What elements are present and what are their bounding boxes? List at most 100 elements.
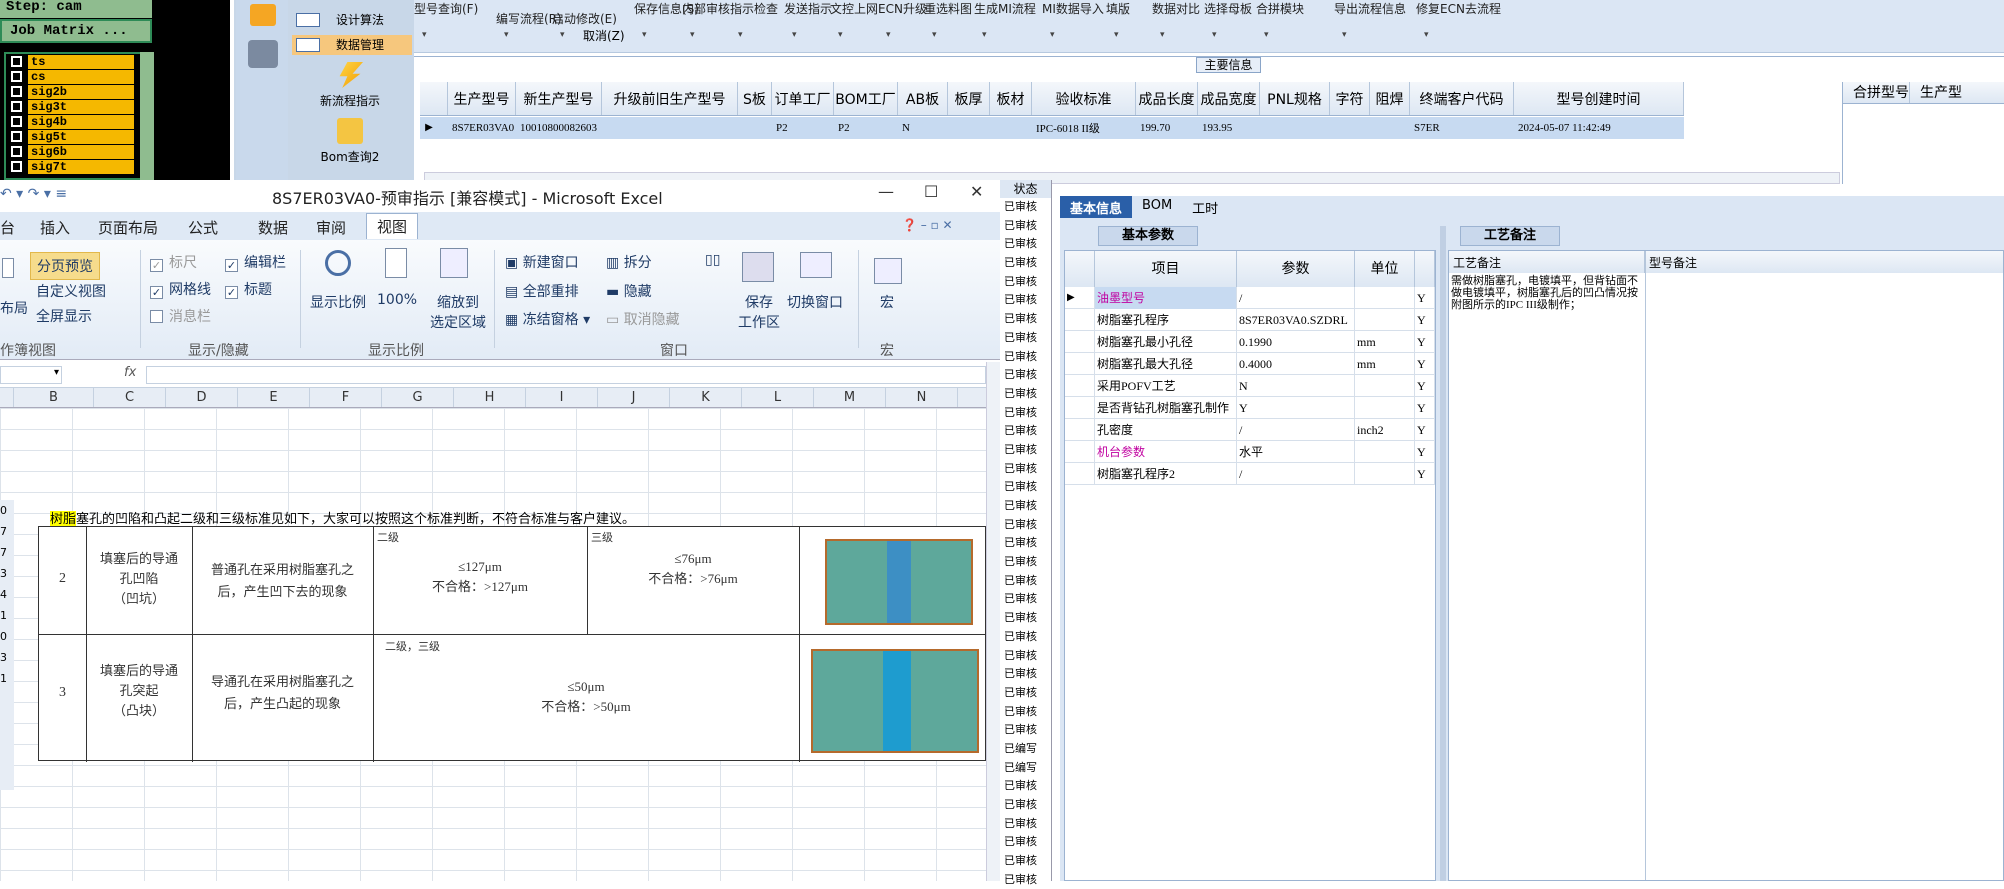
page-break-preview-button[interactable]: 分页预览 — [30, 252, 100, 280]
tab-3[interactable]: 公式 — [188, 217, 218, 238]
table-cell[interactable] — [1260, 117, 1330, 139]
table-row[interactable]: 是否背钻孔树脂塞孔制作 Y Y — [1065, 397, 1435, 419]
status-item[interactable]: 已审核 — [1000, 647, 1051, 666]
column-header[interactable]: 板厚 — [948, 82, 990, 115]
column-header[interactable]: 字符 — [1330, 82, 1370, 115]
table-row[interactable]: 孔密度 / inch2 Y — [1065, 419, 1435, 441]
tab-4[interactable]: 数据 — [258, 217, 288, 238]
param-value[interactable]: Y — [1237, 397, 1355, 419]
custom-view-button[interactable]: 自定义视图 — [36, 281, 106, 301]
menu-item[interactable]: 内部审核 — [682, 0, 730, 17]
split-button[interactable]: ▥ 拆分 — [606, 252, 652, 272]
dropdown-arrow-icon[interactable]: ▾ — [838, 30, 843, 40]
column-header[interactable] — [1415, 251, 1435, 287]
param-value[interactable]: / — [1237, 419, 1355, 441]
param-value[interactable]: / — [1237, 287, 1355, 309]
menu-item[interactable]: 填版 — [1106, 0, 1130, 17]
table-cell[interactable]: 10010800082603 — [516, 117, 602, 139]
status-item[interactable]: 已审核 — [1000, 665, 1051, 684]
status-item[interactable]: 已审核 — [1000, 516, 1051, 535]
formula-input[interactable] — [146, 366, 986, 384]
column-header[interactable]: 板材 — [990, 82, 1032, 115]
status-item[interactable]: 已审核 — [1000, 235, 1051, 254]
column-header[interactable]: 终端客户代码 — [1410, 82, 1514, 115]
status-item[interactable]: 已审核 — [1000, 460, 1051, 479]
column-header[interactable]: C — [94, 388, 166, 407]
row-number[interactable]: 4 — [0, 584, 14, 605]
param-flag[interactable]: Y — [1415, 419, 1435, 441]
param-flag[interactable]: Y — [1415, 287, 1435, 309]
save-workspace-button[interactable]: 保存 工作区 — [738, 292, 780, 332]
status-item[interactable]: 已审核 — [1000, 366, 1051, 385]
column-header[interactable]: 升级前旧生产型号 — [602, 82, 738, 115]
status-item[interactable]: 已审核 — [1000, 273, 1051, 292]
row-number[interactable]: 7 — [0, 521, 14, 542]
column-header[interactable]: AB板 — [898, 82, 948, 115]
layer-row[interactable]: sig4b — [6, 114, 152, 129]
param-flag[interactable]: Y — [1415, 353, 1435, 375]
column-header[interactable]: 阻焊 — [1370, 82, 1410, 115]
status-item[interactable]: 已审核 — [1000, 497, 1051, 516]
status-item[interactable]: 已审核 — [1000, 815, 1051, 834]
row-number[interactable]: 1 — [0, 605, 14, 626]
table-cell[interactable]: N — [898, 117, 948, 139]
column-header[interactable]: D — [166, 388, 238, 407]
checkbox-icon[interactable] — [11, 101, 22, 112]
layer-row[interactable]: ts — [6, 54, 152, 69]
param-value[interactable]: 8S7ER03VA0.SZDRL — [1237, 309, 1355, 331]
checkbox-icon[interactable] — [11, 56, 22, 67]
window-controls-icon[interactable]: ❓ – ▫ ✕ — [902, 218, 953, 232]
checkbox-icon[interactable] — [11, 86, 22, 97]
bom-query-button[interactable]: Bom查询2 — [300, 118, 400, 165]
vertical-scrollbar[interactable] — [986, 362, 1000, 881]
column-header[interactable]: 订单工厂 — [772, 82, 834, 115]
basic-params-tab[interactable]: 基本参数 — [1098, 226, 1198, 246]
checkbox-icon[interactable] — [11, 71, 22, 82]
param-value[interactable]: 0.1990 — [1237, 331, 1355, 353]
dropdown-arrow-icon[interactable]: ▾ — [1114, 30, 1119, 40]
dropdown-arrow-icon[interactable]: ▾ — [1160, 30, 1165, 40]
fx-icon[interactable]: fx — [124, 365, 136, 380]
param-unit[interactable] — [1355, 463, 1415, 485]
status-item[interactable]: 已审核 — [1000, 291, 1051, 310]
status-item[interactable]: 已审核 — [1000, 310, 1051, 329]
param-item[interactable]: 油墨型号 — [1095, 287, 1237, 309]
status-item[interactable]: 已审核 — [1000, 404, 1051, 423]
table-cell[interactable] — [738, 117, 772, 139]
table-cell[interactable]: P2 — [772, 117, 834, 139]
param-value[interactable]: N — [1237, 375, 1355, 397]
dropdown-arrow-icon[interactable]: ▾ — [560, 30, 565, 40]
status-item[interactable]: 已审核 — [1000, 871, 1051, 889]
menu-item[interactable]: 生成MI流程 — [974, 0, 1036, 17]
param-flag[interactable]: Y — [1415, 463, 1435, 485]
dropdown-arrow-icon[interactable]: ▾ — [982, 30, 987, 40]
status-item[interactable]: 已审核 — [1000, 628, 1051, 647]
full-screen-button[interactable]: 全屏显示 — [36, 306, 92, 326]
minimize-icon[interactable]: — — [878, 182, 894, 201]
tab-1[interactable]: 插入 — [40, 217, 70, 238]
row-number[interactable]: 0 — [0, 500, 14, 521]
column-header[interactable] — [1065, 251, 1095, 287]
column-header[interactable]: PNL规格 — [1260, 82, 1330, 115]
column-header[interactable]: E — [238, 388, 310, 407]
menu-item[interactable]: 数据对比 — [1152, 0, 1200, 17]
tab-6[interactable]: 视图 — [366, 213, 419, 239]
zoom-selection-button[interactable]: 缩放到 选定区域 — [430, 292, 486, 332]
tab-5[interactable]: 审阅 — [316, 217, 346, 238]
name-box[interactable]: ▾ — [0, 366, 62, 384]
param-flag[interactable]: Y — [1415, 397, 1435, 419]
column-header[interactable]: S板 — [738, 82, 772, 115]
zoom-button[interactable]: 显示比例 — [310, 292, 366, 312]
menu-item[interactable]: 文控上网 — [830, 0, 878, 17]
checkbox-icon[interactable] — [11, 161, 22, 172]
table-cell[interactable] — [602, 117, 738, 139]
param-unit[interactable]: mm — [1355, 331, 1415, 353]
status-item[interactable]: 已审核 — [1000, 348, 1051, 367]
detail-tab[interactable]: 工时 — [1182, 196, 1228, 218]
column-header[interactable]: 验收标准 — [1032, 82, 1136, 115]
status-item[interactable]: 已审核 — [1000, 534, 1051, 553]
status-item[interactable]: 已审核 — [1000, 609, 1051, 628]
param-unit[interactable]: mm — [1355, 353, 1415, 375]
table-row[interactable]: 树脂塞孔最小孔径 0.1990 mm Y — [1065, 331, 1435, 353]
dropdown-arrow-icon[interactable]: ▾ — [422, 30, 427, 40]
